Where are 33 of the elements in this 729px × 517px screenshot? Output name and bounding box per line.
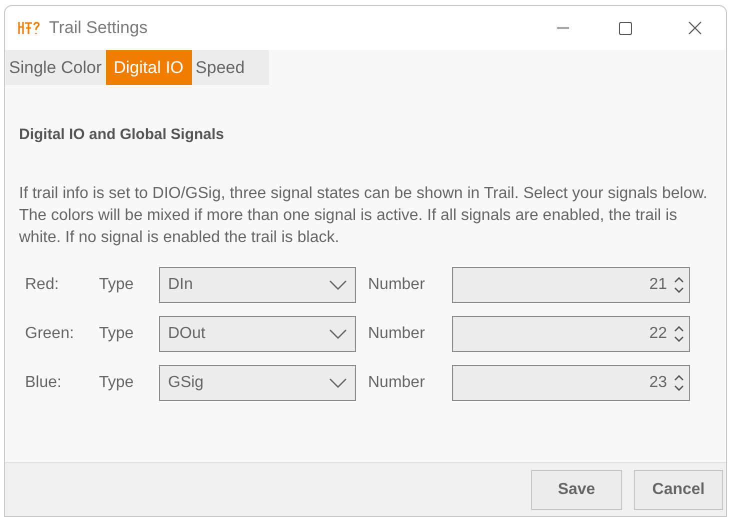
chevron-down-icon bbox=[329, 280, 347, 290]
tab[interactable]: Digital IO bbox=[106, 50, 192, 85]
number-label: Number bbox=[368, 274, 426, 294]
type-label: Type bbox=[99, 372, 135, 392]
close-icon[interactable] bbox=[688, 21, 702, 35]
type-label: Type bbox=[99, 274, 135, 294]
description-text: If trail info is set to DIO/GSig, three signal states can be shown in Trail. Select your signals below. The colors will be mixed if more than one signal is active. If all signals are enabled, the trail is white. If no signal is enabled the trail is black. bbox=[19, 184, 708, 248]
type-dropdown[interactable]: GSig bbox=[159, 364, 356, 400]
chevron-down-icon bbox=[329, 378, 347, 388]
maximize-icon[interactable] bbox=[619, 22, 632, 34]
number-spinner[interactable]: 22 bbox=[452, 316, 690, 352]
signal-label: Red: bbox=[25, 274, 60, 294]
type-label: Type bbox=[99, 324, 135, 344]
tab[interactable]: Single Color bbox=[5, 50, 106, 85]
signal-label: Blue: bbox=[25, 372, 62, 392]
number-spinner[interactable]: 23 bbox=[452, 364, 690, 400]
type-dropdown[interactable]: DOut bbox=[159, 316, 356, 352]
save-button[interactable]: Save bbox=[531, 470, 622, 510]
minimize-icon[interactable] bbox=[557, 27, 569, 29]
spin-arrows-icon bbox=[673, 372, 685, 392]
type-dropdown[interactable]: DIn bbox=[159, 266, 356, 302]
chevron-down-icon bbox=[329, 328, 347, 338]
cancel-button[interactable]: Cancel bbox=[634, 470, 723, 510]
number-spinner[interactable]: 21 bbox=[452, 266, 690, 302]
signal-label: Green: bbox=[25, 324, 75, 344]
app-logo-icon bbox=[17, 21, 41, 35]
tab[interactable]: Speed bbox=[192, 50, 249, 85]
section-heading: Digital IO and Global Signals bbox=[19, 125, 226, 145]
spin-arrows-icon bbox=[673, 324, 685, 344]
spin-arrows-icon bbox=[673, 274, 685, 294]
window-title: Trail Settings bbox=[49, 17, 148, 40]
number-label: Number bbox=[368, 372, 426, 392]
number-label: Number bbox=[368, 324, 426, 344]
